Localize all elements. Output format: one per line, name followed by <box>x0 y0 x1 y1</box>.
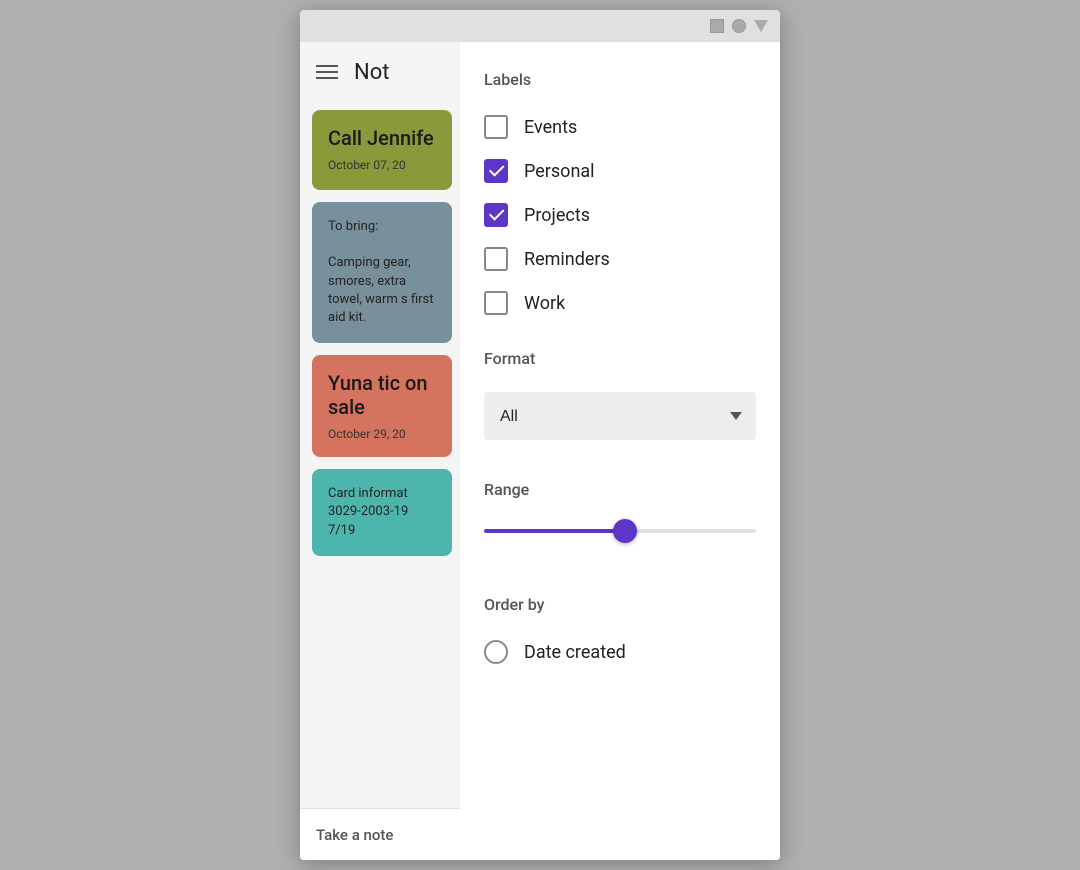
window-btn-triangle[interactable] <box>754 20 768 32</box>
format-select-wrapper: All Text List Drawing <box>484 392 756 440</box>
list-item[interactable]: To bring:Camping gear, smores, extra tow… <box>312 202 452 343</box>
order-date-created-item[interactable]: Date created <box>484 630 756 674</box>
events-label: Events <box>524 117 577 138</box>
divider-2 <box>484 448 756 472</box>
window-btn-circle[interactable] <box>732 19 746 33</box>
format-section-title: Format <box>484 349 756 368</box>
note-content: Card informat3029-2003-19 7/19 <box>328 485 436 540</box>
list-item[interactable]: Card informat3029-2003-19 7/19 <box>312 469 452 556</box>
note-date: October 07, 20 <box>328 158 436 172</box>
label-work-item[interactable]: Work <box>484 281 756 325</box>
window-btn-square[interactable] <box>710 19 724 33</box>
personal-label: Personal <box>524 161 595 182</box>
note-date: October 29, 20 <box>328 427 436 441</box>
app-title: Not <box>354 60 389 85</box>
divider-1 <box>484 325 756 349</box>
projects-label: Projects <box>524 205 590 226</box>
projects-checkbox[interactable] <box>484 203 508 227</box>
app-window: Not Call Jennife October 07, 20 To bring… <box>300 10 780 860</box>
personal-checkbox[interactable] <box>484 159 508 183</box>
label-reminders-item[interactable]: Reminders <box>484 237 756 281</box>
work-checkbox[interactable] <box>484 291 508 315</box>
reminders-label: Reminders <box>524 249 610 270</box>
title-bar <box>300 10 780 42</box>
label-personal-item[interactable]: Personal <box>484 149 756 193</box>
note-title: Call Jennife <box>328 126 436 150</box>
note-title: Yuna tic on sale <box>328 371 436 419</box>
take-note-label: Take a note <box>316 826 393 844</box>
list-item[interactable]: Call Jennife October 07, 20 <box>312 110 452 190</box>
reminders-checkbox[interactable] <box>484 247 508 271</box>
labels-section-title: Labels <box>484 70 756 89</box>
label-events-item[interactable]: Events <box>484 105 756 149</box>
order-section-title: Order by <box>484 595 756 614</box>
range-section-title: Range <box>484 480 756 499</box>
note-content: To bring:Camping gear, smores, extra tow… <box>328 218 436 327</box>
filter-panel: Labels Events Personal Projects Reminder… <box>460 42 780 860</box>
events-checkbox[interactable] <box>484 115 508 139</box>
label-projects-item[interactable]: Projects <box>484 193 756 237</box>
work-label: Work <box>524 293 565 314</box>
divider-3 <box>484 547 756 571</box>
order-section: Order by Date created <box>484 595 756 674</box>
range-slider-wrapper <box>484 515 756 547</box>
list-item[interactable]: Yuna tic on sale October 29, 20 <box>312 355 452 457</box>
date-created-label: Date created <box>524 642 626 663</box>
menu-button[interactable] <box>316 65 338 79</box>
date-created-radio[interactable] <box>484 640 508 664</box>
range-section: Range <box>484 480 756 547</box>
format-select[interactable]: All Text List Drawing <box>484 392 756 440</box>
